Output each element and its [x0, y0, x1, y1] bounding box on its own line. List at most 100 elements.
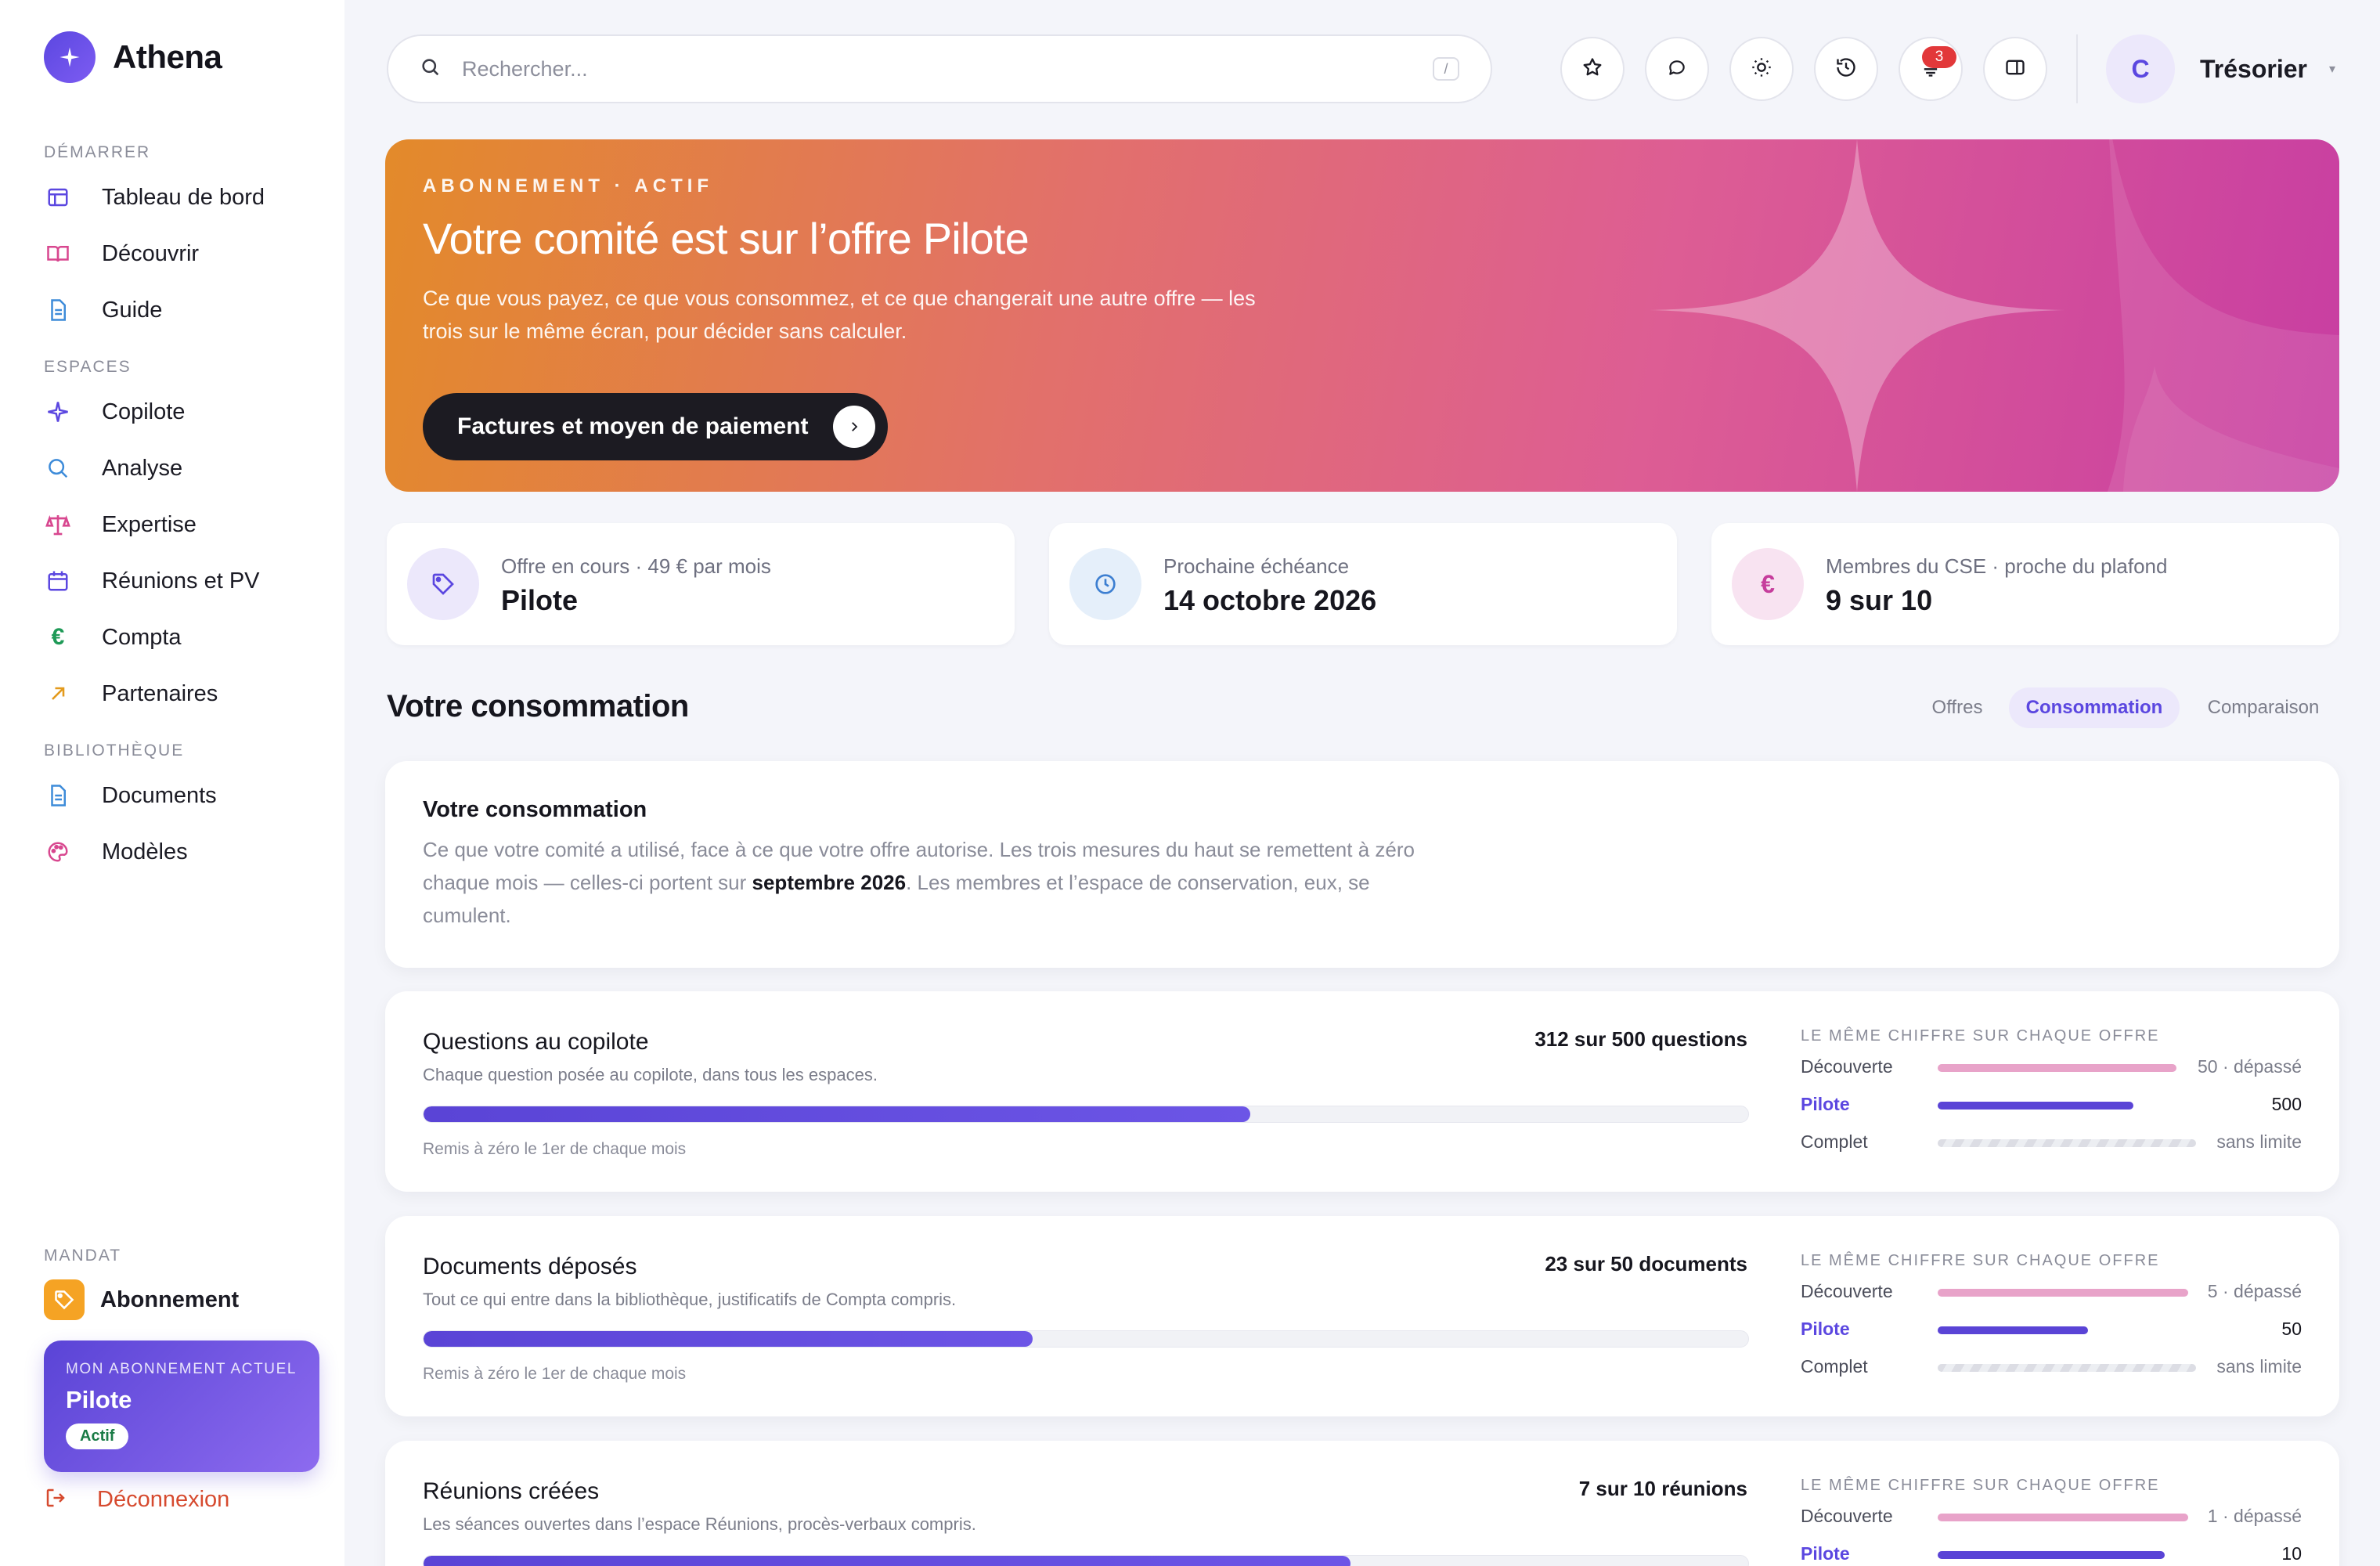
- sidebar-item-label: Expertise: [102, 511, 197, 537]
- sidebar-item-tableau-de-bord[interactable]: Tableau de bord: [44, 174, 326, 221]
- sidebar-item-expertise[interactable]: Expertise: [44, 501, 326, 548]
- book-icon: [44, 240, 72, 268]
- sidebar-item-guide[interactable]: Guide: [44, 287, 326, 334]
- plan-comparison: Le même chiffre sur chaque offre Découve…: [1801, 1252, 2302, 1383]
- sidebar-item-reunions[interactable]: Réunions et PV: [44, 557, 326, 604]
- usage-count: 312 sur 500 questions: [1534, 1027, 1747, 1051]
- invoices-button[interactable]: Factures et moyen de paiement: [423, 393, 888, 460]
- sun-icon: [1751, 56, 1772, 82]
- card-title: Votre consommation: [423, 797, 647, 822]
- sidebar-item-label: Tableau de bord: [102, 184, 265, 210]
- plan-limit: 50 · dépassé: [2198, 1056, 2302, 1077]
- stat-card-current-plan: Offre en cours · 49 € par mois Pilote: [387, 523, 1015, 645]
- sidebar-item-abonnement[interactable]: Abonnement: [44, 1276, 239, 1323]
- user-name: Trésorier: [2200, 54, 2307, 83]
- usage-count: 7 sur 10 réunions: [1578, 1477, 1747, 1500]
- notifications-button[interactable]: 3: [1899, 37, 1963, 101]
- plan-comparison: Le même chiffre sur chaque offre Découve…: [1801, 1477, 2302, 1566]
- stat-value: Pilote: [501, 584, 579, 616]
- tab-consommation[interactable]: Consommation: [2009, 687, 2180, 728]
- sidebar-item-label: Guide: [102, 297, 163, 323]
- section-title: Votre consommation: [387, 689, 689, 723]
- sparkle-icon: [44, 398, 72, 426]
- sidebar-item-decouvrir[interactable]: Découvrir: [44, 230, 326, 277]
- comparison-row: Découverte 1 · dépassé: [1801, 1499, 2302, 1532]
- messages-button[interactable]: [1645, 37, 1709, 101]
- comparison-header: Le même chiffre sur chaque offre: [1801, 1027, 2160, 1045]
- plan-name: Pilote: [1801, 1543, 1850, 1564]
- panel-toggle-button[interactable]: [1983, 37, 2047, 101]
- comparison-row: Complet sans limite: [1801, 1125, 2302, 1158]
- sparkle-icon: [44, 31, 96, 83]
- usage-title: Questions au copilote: [423, 1029, 649, 1055]
- comparison-header: Le même chiffre sur chaque offre: [1801, 1477, 2160, 1494]
- tag-icon: [44, 1279, 85, 1320]
- history-button[interactable]: [1814, 37, 1878, 101]
- layout-icon: [44, 183, 72, 211]
- plan-name: Pilote: [1801, 1319, 1850, 1339]
- plan-name: Découverte: [1801, 1056, 1893, 1077]
- scale-icon: [44, 511, 72, 539]
- logout-button[interactable]: Déconnexion: [44, 1486, 229, 1514]
- clock-icon: [1069, 548, 1141, 620]
- sidebar-item-label: Découvrir: [102, 240, 200, 266]
- usage-description: Les séances ouvertes dans l’espace Réuni…: [423, 1514, 976, 1534]
- plan-name: Découverte: [1801, 1506, 1893, 1526]
- search-bar[interactable]: Rechercher... /: [387, 34, 1492, 103]
- plan-card-name: Pilote: [66, 1386, 132, 1413]
- comparison-row: Pilote 500: [1801, 1088, 2302, 1120]
- intro-period: septembre 2026: [752, 871, 907, 894]
- sidebar-item-modeles[interactable]: Modèles: [44, 828, 326, 875]
- tab-comparaison[interactable]: Comparaison: [2189, 687, 2338, 728]
- sidebar-item-label: Modèles: [102, 839, 188, 864]
- usage-progress-fill: [424, 1556, 1351, 1566]
- plan-name: Découverte: [1801, 1281, 1893, 1301]
- current-plan-card[interactable]: Mon abonnement actuel Pilote Actif: [44, 1340, 319, 1472]
- plan-limit: 10: [2281, 1543, 2302, 1564]
- usage-card-questions: Questions au copilote Chaque question po…: [385, 991, 2339, 1192]
- consumption-intro-card: Votre consommation Ce que votre comité a…: [385, 761, 2339, 968]
- theme-toggle-button[interactable]: [1729, 37, 1794, 101]
- palette-icon: [44, 838, 72, 866]
- comparison-bar: [1938, 1364, 2196, 1372]
- avatar: C: [2106, 34, 2175, 103]
- plan-name: Complet: [1801, 1131, 1868, 1152]
- plan-comparison: Le même chiffre sur chaque offre Découve…: [1801, 1027, 2302, 1158]
- comparison-row: Pilote 50: [1801, 1312, 2302, 1345]
- stat-label: Offre en cours · 49 € par mois: [501, 554, 771, 578]
- search-input[interactable]: Rechercher...: [462, 57, 1433, 81]
- hero-kicker: Abonnement · Actif: [423, 175, 714, 197]
- nav-section-demarrer: Démarrer: [44, 143, 151, 161]
- sidebar-item-label: Réunions et PV: [102, 568, 260, 594]
- sidebar-item-label: Analyse: [102, 455, 183, 481]
- stat-value: 9 sur 10: [1826, 584, 1933, 616]
- usage-progress-fill: [424, 1106, 1250, 1122]
- comparison-row: Découverte 50 · dépassé: [1801, 1050, 2302, 1083]
- sidebar-item-copilote[interactable]: Copilote: [44, 388, 326, 435]
- sidebar-item-analyse[interactable]: Analyse: [44, 445, 326, 492]
- brand[interactable]: Athena: [44, 31, 222, 83]
- search-shortcut: /: [1433, 57, 1459, 81]
- comparison-bar: [1938, 1326, 2088, 1334]
- favorites-button[interactable]: [1560, 37, 1625, 101]
- tag-icon: [407, 548, 479, 620]
- user-menu[interactable]: C Trésorier ▾: [2106, 34, 2335, 103]
- comparison-row: Découverte 5 · dépassé: [1801, 1275, 2302, 1308]
- tab-offres[interactable]: Offres: [1913, 687, 2001, 728]
- euro-icon: €: [51, 624, 65, 650]
- nav-section-espaces: Espaces: [44, 358, 132, 376]
- usage-reset-note: Remis à zéro le 1er de chaque mois: [423, 1365, 687, 1383]
- plan-limit: 500: [2271, 1094, 2302, 1114]
- sidebar-item-documents[interactable]: Documents: [44, 772, 326, 819]
- notification-count-badge: 3: [1922, 46, 1956, 68]
- sidebar-item-compta[interactable]: € Compta: [44, 614, 326, 661]
- usage-card-meetings: Réunions créées Les séances ouvertes dan…: [385, 1441, 2339, 1566]
- stat-label: Prochaine échéance: [1163, 554, 1350, 578]
- plan-limit: sans limite: [2216, 1131, 2302, 1152]
- usage-description: Tout ce qui entre dans la bibliothèque, …: [423, 1290, 957, 1309]
- sidebar-item-partenaires[interactable]: Partenaires: [44, 670, 326, 717]
- nav-section-bibliotheque: Bibliothèque: [44, 742, 185, 760]
- usage-progress-bar: [423, 1330, 1749, 1348]
- chevron-right-icon: [833, 406, 875, 448]
- hero-subtitle: Ce que vous payez, ce que vous consommez…: [423, 287, 1256, 343]
